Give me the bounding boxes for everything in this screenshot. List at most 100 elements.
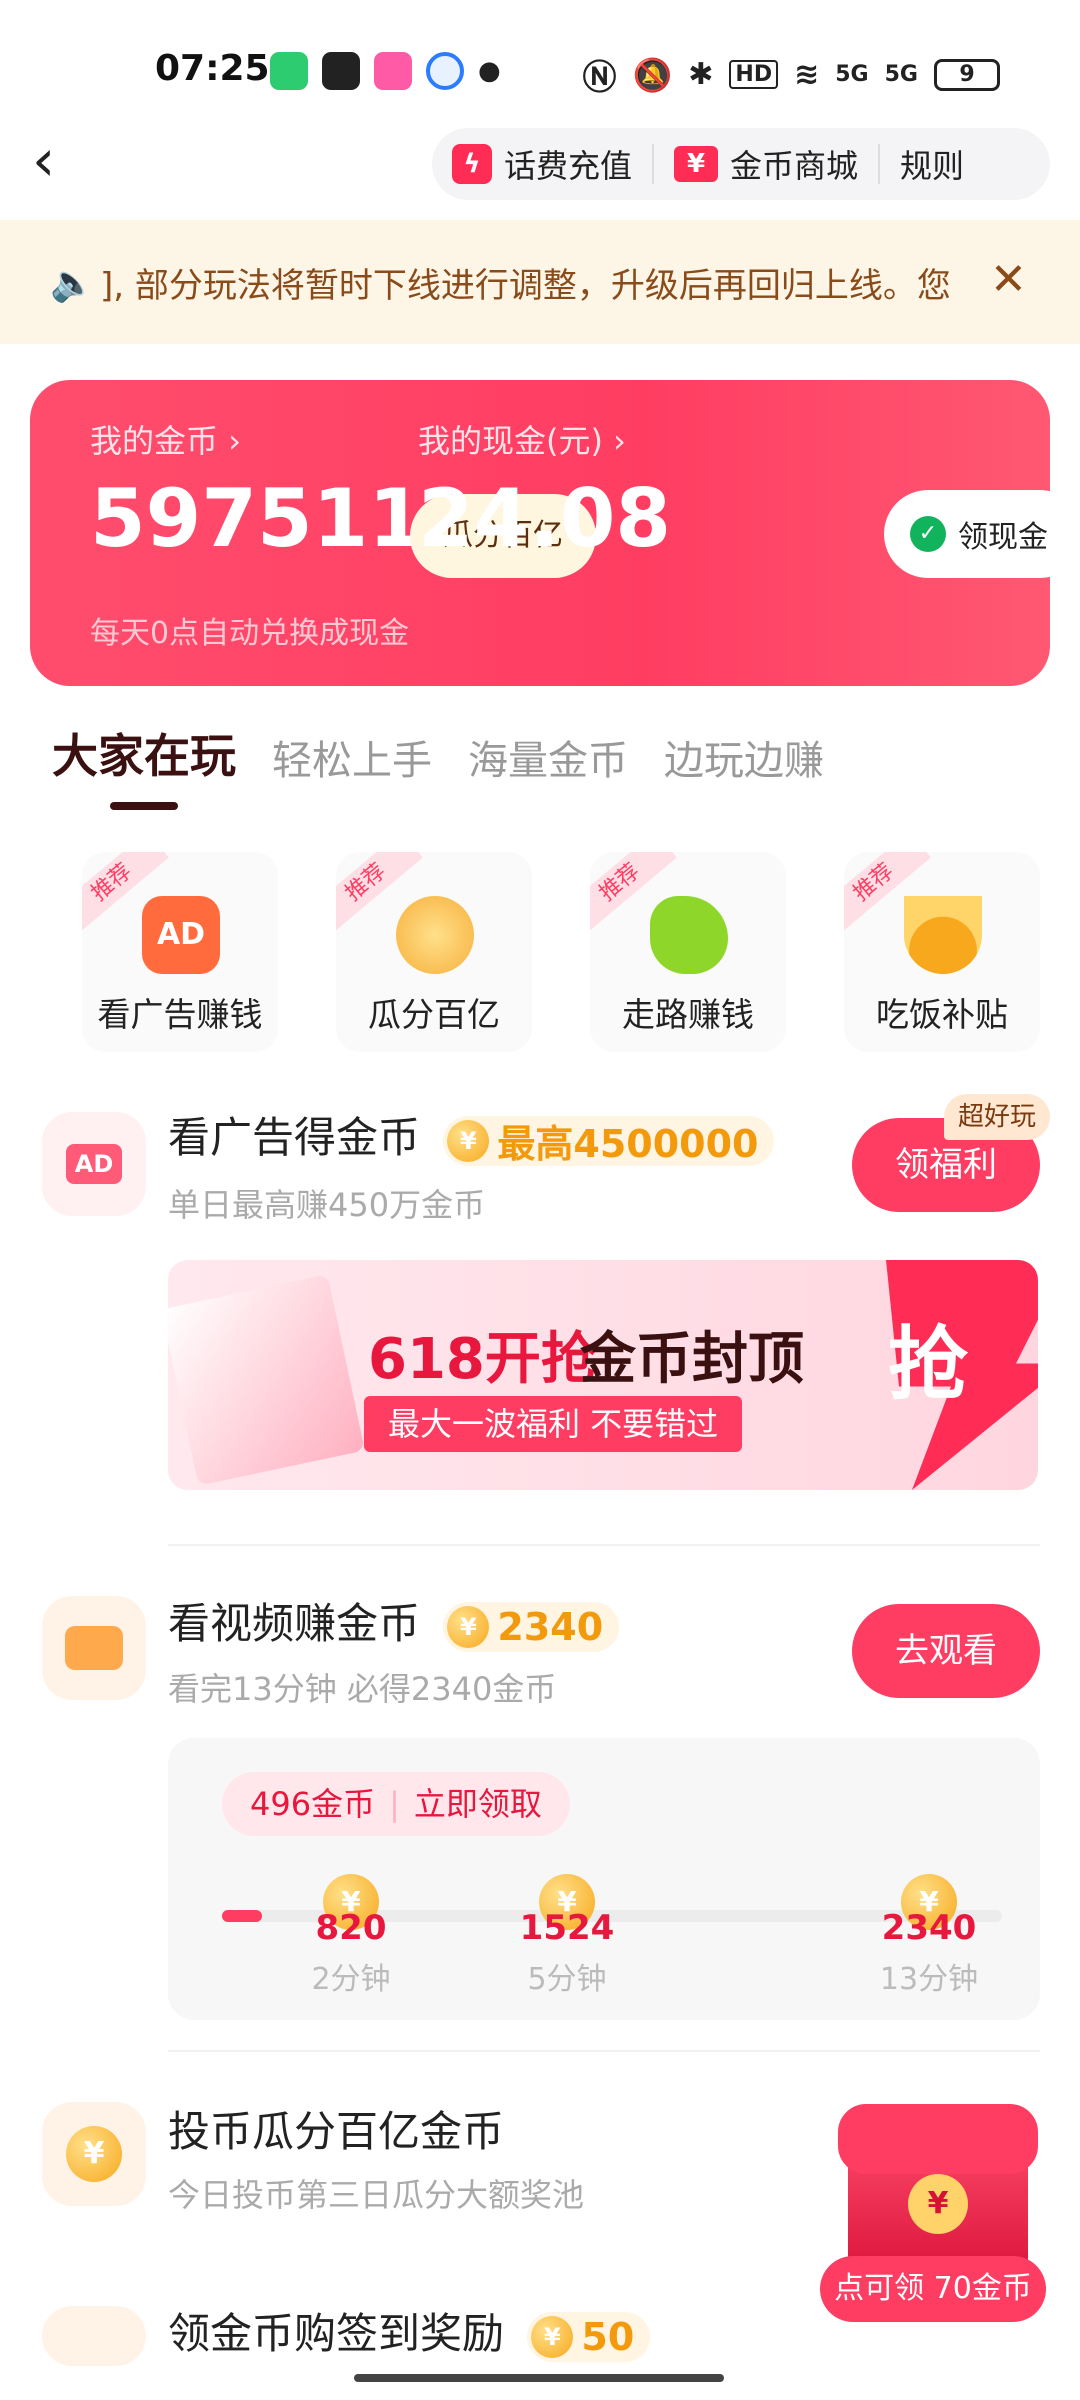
video-task-subtitle: 看完13分钟 必得2340金币: [168, 1670, 557, 1708]
coins-value: 597511: [90, 472, 424, 565]
coin-hand-icon: [396, 896, 474, 974]
bluetooth-icon: ✱: [688, 57, 714, 92]
yen-seal-icon: ¥: [908, 2174, 968, 2234]
tab-play-earn[interactable]: 边玩边赚: [664, 728, 824, 786]
withdraw-cash-label: 领现金: [958, 520, 1048, 555]
banner-subline: 最大一波福利 不要错过: [364, 1396, 743, 1452]
signal-5g-icon: 5G: [835, 62, 869, 87]
progress-fill: [222, 1910, 262, 1922]
coin-mall-button[interactable]: ¥ 金币商城: [654, 141, 878, 187]
coin-chip: ¥2340: [443, 1601, 620, 1652]
ad-task-title-row: 看广告得金币 ¥ 最高4500000: [168, 1104, 775, 1166]
withdraw-cash-button[interactable]: ✓ 领现金: [884, 490, 1050, 578]
checkin-task-title: 领金币购签到奖励: [168, 2309, 505, 2358]
browser-app-icon: [426, 52, 464, 90]
video-task-icon: [42, 1596, 146, 1700]
my-coins-link[interactable]: 我的金币 ›: [90, 416, 241, 462]
feature-label: 看广告赚钱: [97, 995, 263, 1034]
milestone: ¥ 2340 13分钟: [864, 1874, 994, 1998]
coin-icon: ¥: [447, 1605, 490, 1648]
phone-recharge-label: 话费充值: [504, 147, 633, 185]
banner-headline-dark: 金币封顶: [580, 1327, 804, 1392]
feature-split-billions[interactable]: 推荐 瓜分百亿: [336, 852, 532, 1052]
back-chevron-icon[interactable]: ‹: [32, 130, 88, 194]
coin-mall-label: 金币商城: [730, 147, 859, 185]
coin-chip: ¥ 最高4500000: [443, 1115, 775, 1166]
chevron-right-icon: ›: [613, 422, 626, 460]
yen-ticket-icon: ¥: [674, 146, 719, 182]
promo-banner[interactable]: 618开抢 金币封顶 最大一波福利 不要错过 抢: [168, 1260, 1038, 1490]
coin-icon: ¥: [531, 2315, 574, 2358]
feature-label: 瓜分百亿: [368, 995, 500, 1034]
status-time: 07:25: [155, 48, 270, 89]
rules-button[interactable]: 规则: [880, 141, 984, 187]
divider: [168, 2050, 1040, 2052]
milestone-coins: 2340: [881, 1908, 977, 1948]
go-watch-button[interactable]: 去观看: [852, 1604, 1040, 1698]
wechat-check-icon: ✓: [910, 516, 946, 552]
ad-max-coins: 最高4500000: [497, 1122, 759, 1166]
wallet-card: 我的金币 › 597511 瓜分百亿 我的现金(元) › 24.08 ✓ 领现金…: [30, 380, 1050, 686]
nfc-icon: Ⓝ: [582, 58, 617, 98]
notice-text: ], 部分玩法将暂时下线进行调整，升级后再回归上线。您: [100, 266, 951, 306]
ad-task-subtitle: 单日最高赚450万金币: [168, 1186, 486, 1224]
cash-bills-icon: [168, 1274, 365, 1486]
milestone: ¥ 820 2分钟: [286, 1874, 416, 1998]
float-reward-label[interactable]: 点可领 70金币: [820, 2256, 1046, 2322]
runner-icon: [650, 896, 728, 974]
milestone-time: 2分钟: [311, 1962, 391, 1997]
wallet-subtitle: 每天0点自动兑换成现金: [90, 616, 410, 651]
my-cash-label: 我的现金(元): [418, 422, 603, 460]
checkin-task-title-row: 领金币购签到奖励 ¥50: [168, 2300, 651, 2362]
ad-task-icon: AD: [42, 1112, 146, 1216]
ad-icon: AD: [66, 1144, 122, 1184]
video-task-title-row: 看视频赚金币 ¥2340: [168, 1590, 620, 1652]
video-camera-icon: [65, 1626, 123, 1670]
ad-task-title: 看广告得金币: [168, 1113, 421, 1162]
tab-indicator: [110, 802, 178, 810]
ad-tv-icon: AD: [142, 896, 220, 974]
feature-watch-ads[interactable]: 推荐 AD 看广告赚钱: [82, 852, 278, 1052]
cash-value: 24.08: [418, 472, 672, 565]
notice-bar: 🔈 ], 部分玩法将暂时下线进行调整，升级后再回归上线。您 ✕: [0, 220, 1080, 344]
tab-popular[interactable]: 大家在玩: [52, 720, 236, 786]
soul-app-icon: [322, 52, 360, 90]
speaker-icon: 🔈: [50, 263, 95, 304]
feature-walk-earn[interactable]: 推荐 走路赚钱: [590, 852, 786, 1052]
checkin-coins: 50: [581, 2314, 635, 2359]
chevron-right-icon: ›: [228, 422, 241, 460]
invest-task-subtitle: 今日投币第三日瓜分大额奖池: [168, 2176, 585, 2214]
tab-easy[interactable]: 轻松上手: [272, 728, 432, 786]
video-coins: 2340: [497, 1604, 604, 1649]
my-cash-link[interactable]: 我的现金(元) ›: [418, 416, 626, 462]
milestone-time: 13分钟: [879, 1962, 979, 1997]
signal-5g-icon-2: 5G: [884, 62, 918, 87]
notification-icons: ●: [270, 52, 501, 90]
food-bowl-icon: [904, 896, 982, 974]
claim-coins: 496金币: [250, 1785, 376, 1823]
battery-saver-icon: [270, 52, 308, 90]
my-coins-label: 我的金币: [90, 422, 219, 460]
milestone-coins: 1524: [519, 1908, 615, 1948]
system-icons: Ⓝ 🔕 ✱ HD ≋ 5G 5G 9: [582, 50, 1000, 99]
claim-now-button[interactable]: 496金币 | 立即领取: [222, 1772, 570, 1836]
banner-headline-red: 618开抢: [368, 1327, 597, 1392]
checkin-task-icon: [42, 2306, 146, 2366]
divider: [168, 1544, 1040, 1546]
tab-massive-coins[interactable]: 海量金币: [468, 728, 628, 786]
phone-recharge-button[interactable]: ϟ 话费充值: [432, 141, 652, 187]
feature-meal-subsidy[interactable]: 推荐 吃饭补贴: [844, 852, 1040, 1052]
battery-icon: 9: [934, 58, 1000, 91]
rules-label: 规则: [900, 147, 965, 185]
milestone: ¥ 1524 5分钟: [502, 1874, 632, 1998]
claim-action: 立即领取: [413, 1785, 542, 1823]
mute-icon: 🔕: [632, 55, 673, 94]
divider: |: [389, 1785, 400, 1823]
yen-coin-icon: ¥: [66, 2126, 122, 2182]
banner-grab-text: 抢: [888, 1318, 968, 1411]
invest-task-title: 投币瓜分百亿金币: [168, 2107, 505, 2156]
header-actions: ϟ 话费充值 ¥ 金币商城 规则: [432, 128, 1050, 200]
lolita-app-icon: [374, 52, 412, 90]
close-icon[interactable]: ✕: [990, 254, 1027, 305]
fun-badge: 超好玩: [944, 1094, 1051, 1140]
